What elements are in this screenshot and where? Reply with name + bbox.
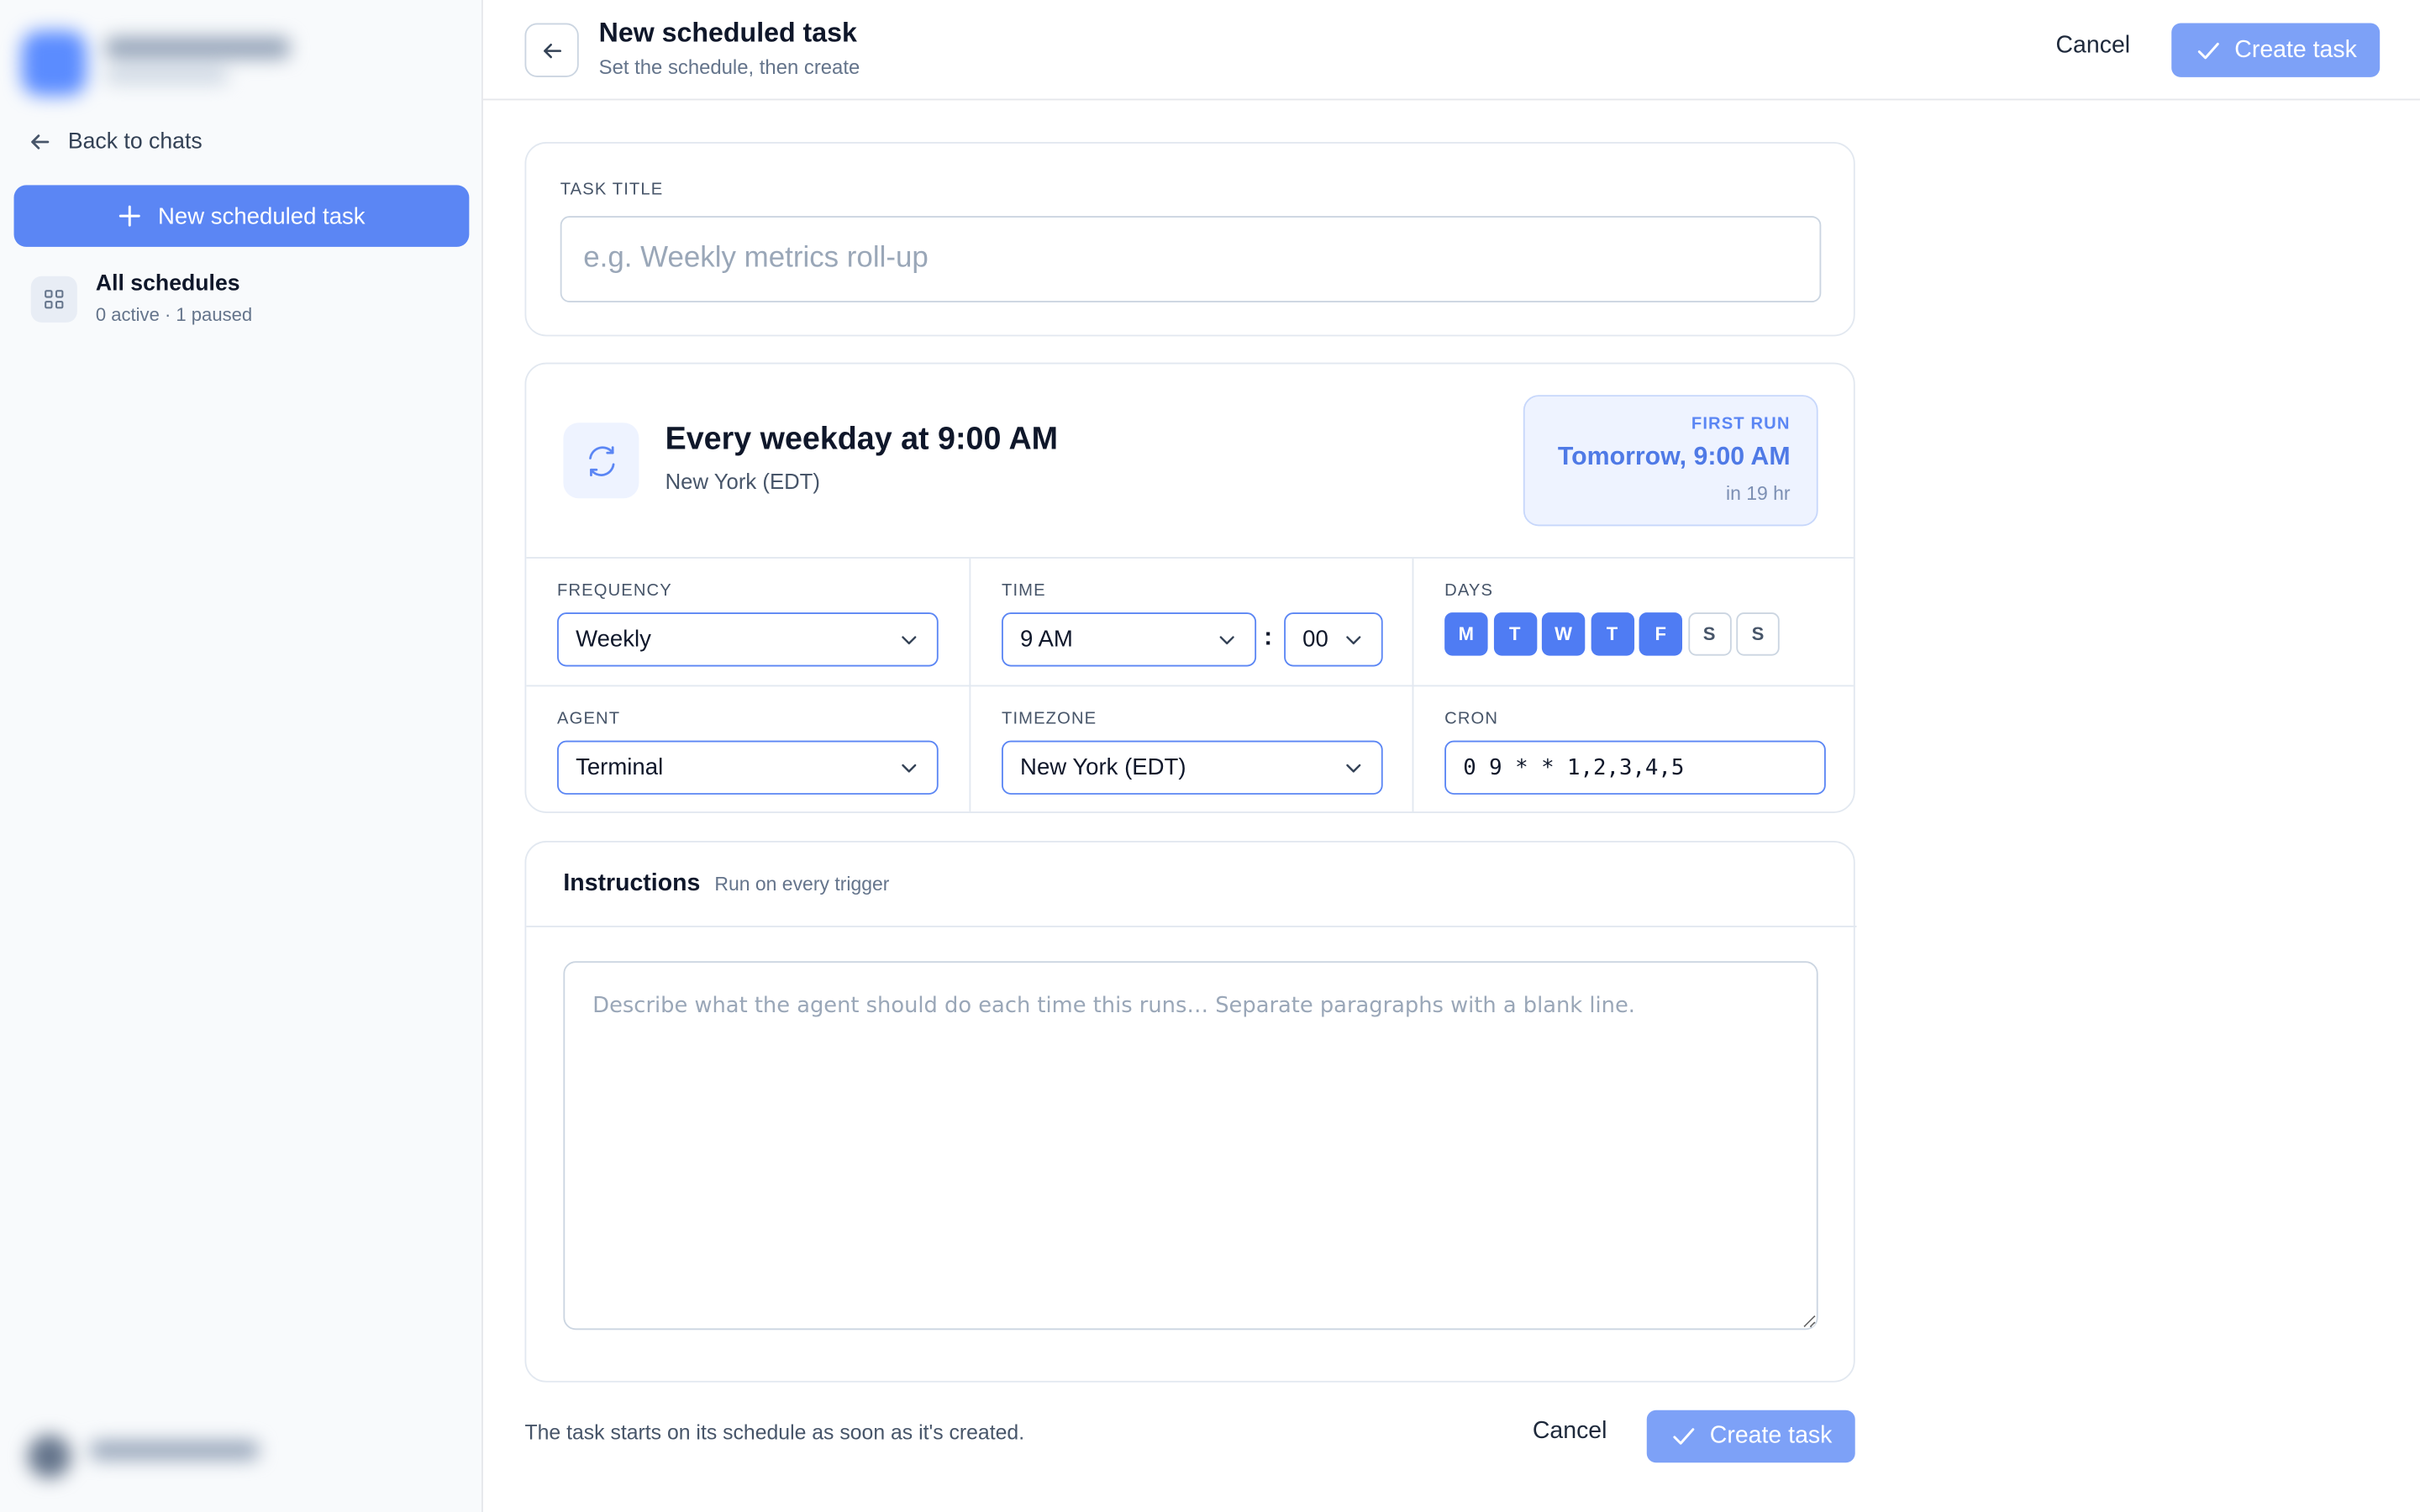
time-cell: TIME 9 AM : 00 [969,558,1412,687]
timezone-value: New York (EDT) [1020,754,1186,781]
sidebar-item-all-schedules[interactable]: All schedules 0 active · 1 paused [30,269,463,337]
user-profile-blurred[interactable] [28,1422,275,1478]
page-subtitle: Set the schedule, then create [598,55,860,79]
workspace-name-blurred [104,37,291,59]
minute-select[interactable]: 00 [1284,612,1383,667]
day-toggle[interactable]: T [1493,612,1537,656]
all-schedules-count: 0 active · 1 paused [95,303,253,326]
instructions-subtitle: Run on every trigger [714,873,890,895]
frequency-label: FREQUENCY [557,581,672,601]
page-header: New scheduled task Set the schedule, the… [482,0,2420,101]
schedule-row-2: AGENT Terminal TIMEZONE New York (EDT) C… [526,685,1854,812]
day-toggle[interactable]: M [1444,612,1488,656]
arrow-left-icon [31,134,50,150]
schedule-card: Every weekday at 9:00 AM New York (EDT) … [524,362,1855,813]
hour-value: 9 AM [1020,626,1073,653]
days-picker: MTWTFSS [1444,612,1780,656]
frequency-value: Weekly [576,626,651,653]
user-avatar [28,1435,71,1478]
day-toggle[interactable]: F [1639,612,1683,656]
cron-cell: CRON [1412,686,1854,812]
instructions-textarea[interactable] [563,961,1818,1331]
timezone-cell: TIMEZONE New York (EDT) [969,686,1412,812]
footer-note: The task starts on its schedule as soon … [524,1420,1025,1445]
plus-icon [119,205,141,227]
frequency-cell: FREQUENCY Weekly [526,559,969,686]
header-create-task-button[interactable]: Create task [2171,23,2381,77]
back-to-chats-link[interactable]: Back to chats [28,123,203,160]
agent-select[interactable]: Terminal [557,740,939,795]
workspace-switcher-blurred[interactable] [21,24,346,96]
workspace-meta-blurred [104,67,229,84]
first-run-panel: FIRST RUN Tomorrow, 9:00 AM in 19 hr [1523,395,1818,527]
hour-select[interactable]: 9 AM [1002,612,1257,667]
header-back-button[interactable] [524,23,579,77]
agent-cell: AGENT Terminal [526,686,969,811]
first-run-relative: in 19 hr [1725,482,1791,505]
chevron-down-icon [902,763,917,772]
day-toggle[interactable]: S [1736,612,1780,656]
frequency-select[interactable]: Weekly [557,612,939,667]
chevron-down-icon [1346,635,1361,644]
header-cancel-button[interactable]: Cancel [2055,33,2130,60]
arrow-left-icon [543,43,561,58]
timezone-select[interactable]: New York (EDT) [1002,740,1383,795]
grid-icon [30,276,77,323]
timezone-label: TIMEZONE [1002,709,1097,728]
sidebar: Back to chats New scheduled task All sch… [0,0,483,1512]
instructions-card: Instructions Run on every trigger [524,841,1857,1383]
footer-create-task-label: Create task [1709,1422,1833,1449]
agent-value: Terminal [576,754,664,781]
new-scheduled-task-label: New scheduled task [158,202,366,229]
day-toggle[interactable]: T [1590,612,1634,656]
all-schedules-title: All schedules [95,271,240,297]
repeat-icon [563,423,639,499]
day-toggle[interactable]: S [1687,612,1731,656]
chevron-down-icon [902,635,917,644]
cron-input[interactable] [1444,740,1826,795]
header-create-task-label: Create task [2234,36,2357,63]
chevron-down-icon [1346,763,1361,772]
time-label: TIME [1002,581,1046,601]
schedule-summary-title: Every weekday at 9:00 AM [665,421,1059,457]
chevron-down-icon [1219,635,1234,644]
task-title-card: TASK TITLE [524,141,1855,337]
first-run-label: FIRST RUN [1691,415,1791,434]
instructions-header: Instructions Run on every trigger [526,843,1857,927]
days-label: DAYS [1444,581,1494,601]
workspace-avatar [21,30,87,96]
day-toggle[interactable]: W [1541,612,1586,656]
minute-value: 00 [1302,626,1328,653]
footer-create-task-button[interactable]: Create task [1646,1410,1855,1463]
check-icon [2197,41,2219,59]
instructions-title: Instructions [563,869,701,897]
schedule-summary-timezone: New York (EDT) [665,469,820,494]
days-cell: DAYS MTWTFSS [1412,558,1854,687]
task-title-input[interactable] [560,216,1822,302]
first-run-value: Tomorrow, 9:00 AM [1557,443,1791,471]
time-separator: : [1264,624,1273,652]
user-name-blurred [89,1441,260,1460]
footer-cancel-button[interactable]: Cancel [1533,1418,1607,1446]
new-scheduled-task-button[interactable]: New scheduled task [13,185,470,247]
schedule-row-1: FREQUENCY Weekly TIME 9 AM : 00 DAYS M T… [526,557,1854,687]
page-title: New scheduled task [598,17,857,48]
app-root: Back to chats New scheduled task All sch… [0,0,2420,1512]
check-icon [1673,1428,1695,1445]
agent-label: AGENT [557,709,621,728]
task-title-label: TASK TITLE [560,180,664,199]
back-to-chats-label: Back to chats [67,129,203,155]
cron-label: CRON [1444,709,1499,728]
